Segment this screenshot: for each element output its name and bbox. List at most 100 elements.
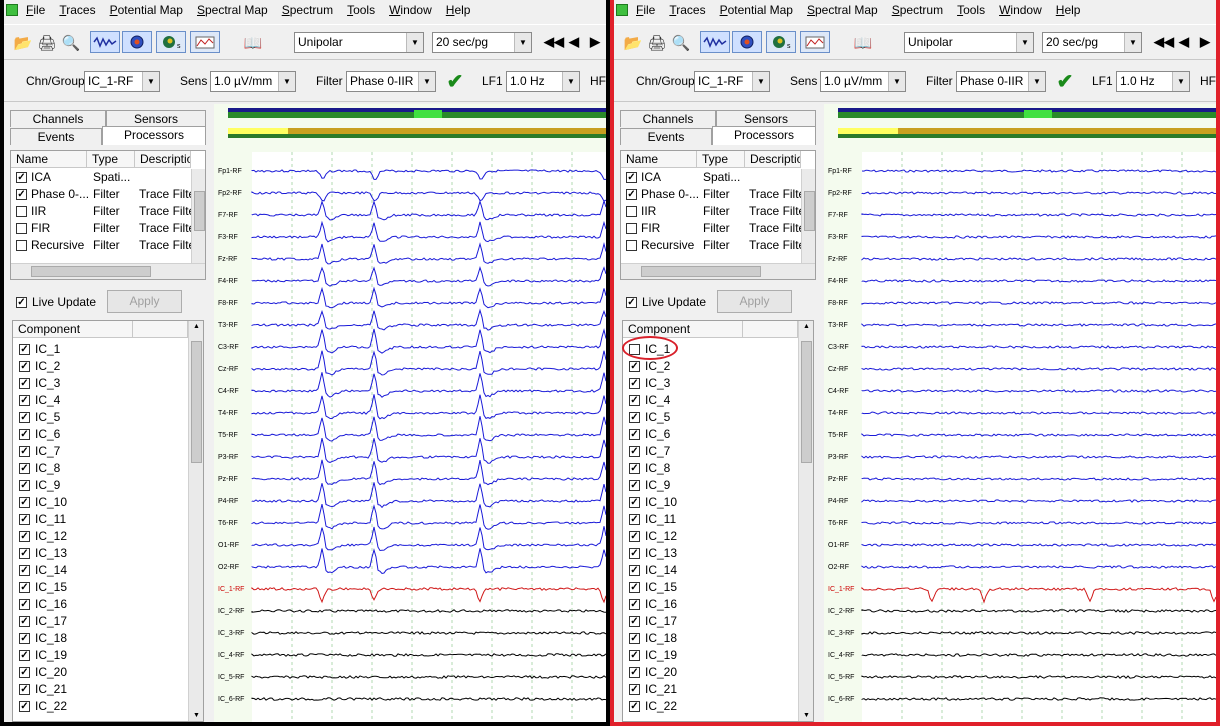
checkbox-checked[interactable]: ✓ [629,480,640,491]
menu-file[interactable]: File [26,3,45,17]
component-item[interactable]: ✓ IC_19 [623,647,793,664]
checkbox-checked[interactable]: ✓ [629,531,640,542]
list-item[interactable]: ✓ Phase 0-... Filter Trace Filte [11,186,195,203]
component-item[interactable]: ✓ IC_11 [13,511,183,528]
checkbox-checked[interactable]: ✓ [19,395,30,406]
spectral-map-icon[interactable]: s [156,31,186,53]
checkbox-checked[interactable]: ✓ [19,633,30,644]
forward-icon[interactable]: ▶ [1200,34,1210,50]
checkbox-checked[interactable]: ✓ [629,650,640,661]
checkbox-checked[interactable]: ✓ [19,361,30,372]
list-item[interactable]: ✓ ICA Spati... [11,169,191,186]
checkbox-checked[interactable]: ✓ [19,378,30,389]
components-scrollbar[interactable]: ▲ ▼ [798,321,813,721]
component-item[interactable]: ✓ IC_6 [623,426,793,443]
component-item[interactable]: ✓ IC_14 [13,562,183,579]
list-item[interactable]: ✓ ICA Spati... [621,169,801,186]
chn-group-select[interactable]: IC_1-RF ▼ [694,71,770,92]
component-item[interactable]: ✓ IC_16 [13,596,183,613]
head-map-icon[interactable] [732,31,762,53]
menu-help[interactable]: Help [1056,3,1081,17]
timebase-select[interactable]: 20 sec/pg ▼ [432,32,532,53]
montage-select[interactable]: Unipolar ▼ [904,32,1034,53]
component-item[interactable]: ✓ IC_3 [13,375,183,392]
list-item[interactable]: IIR Filter Trace Filte [11,203,195,220]
component-item[interactable]: ✓ IC_13 [623,545,793,562]
montage-select[interactable]: Unipolar ▼ [294,32,424,53]
list-item[interactable]: Recursive Filter Trace Filte [621,237,805,254]
processors-scrollbar[interactable] [191,169,205,263]
component-item[interactable]: ✓ IC_10 [623,494,793,511]
component-item[interactable]: ✓ IC_7 [13,443,183,460]
component-item[interactable]: ✓ IC_12 [623,528,793,545]
component-item[interactable]: ✓ IC_22 [623,698,793,715]
print-icon[interactable]: 🖨 [36,32,58,54]
spectrum-icon[interactable] [190,31,220,53]
component-item[interactable]: ✓ IC_16 [623,596,793,613]
menu-window[interactable]: Window [999,3,1042,17]
sens-select[interactable]: 1.0 µV/mm ▼ [820,71,906,92]
checkbox-checked[interactable]: ✓ [629,633,640,644]
component-item[interactable]: ✓ IC_19 [13,647,183,664]
component-item[interactable]: ✓ IC_9 [13,477,183,494]
checkbox-unchecked[interactable] [16,240,27,251]
component-item[interactable]: ✓ IC_12 [13,528,183,545]
head-map-icon[interactable] [122,31,152,53]
checkbox-checked[interactable]: ✓ [629,429,640,440]
chn-group-select[interactable]: IC_1-RF ▼ [84,71,160,92]
component-item[interactable]: ✓ IC_8 [623,460,793,477]
checkbox-checked[interactable]: ✓ [19,667,30,678]
component-item[interactable]: ✓ IC_18 [13,630,183,647]
components-scrollbar[interactable]: ▲ ▼ [188,321,203,721]
checkbox-checked[interactable]: ✓ [19,497,30,508]
checkbox-checked[interactable]: ✓ [19,531,30,542]
list-item[interactable]: FIR Filter Trace Filte [621,220,805,237]
component-item[interactable]: ✓ IC_15 [13,579,183,596]
menu-help[interactable]: Help [446,3,471,17]
checkbox-checked[interactable]: ✓ [19,684,30,695]
menu-spectrum[interactable]: Spectrum [892,3,943,17]
back-icon[interactable]: ◀ [569,34,579,50]
component-item[interactable]: ✓ IC_1 [13,341,183,358]
checkbox-checked[interactable]: ✓ [629,548,640,559]
tab-sensors[interactable]: Sensors [716,110,816,127]
checkbox-checked[interactable]: ✓ [19,429,30,440]
checkbox-checked[interactable]: ✓ [629,361,640,372]
component-item[interactable]: ✓ IC_11 [623,511,793,528]
component-item[interactable]: ✓ IC_4 [623,392,793,409]
print-preview-icon[interactable]: 🔍 [60,32,82,54]
checkbox-checked[interactable]: ✓ [19,548,30,559]
checkbox-checked[interactable]: ✓ [629,463,640,474]
column-header-component[interactable]: Component [623,321,743,338]
component-item[interactable]: ✓ IC_21 [623,681,793,698]
timeline-cursor[interactable] [414,110,442,118]
component-item[interactable]: ✓ IC_14 [623,562,793,579]
lf1-select[interactable]: 1.0 Hz ▼ [1116,71,1190,92]
timebase-select[interactable]: 20 sec/pg ▼ [1042,32,1142,53]
tab-sensors[interactable]: Sensors [106,110,206,127]
component-item[interactable]: ✓ IC_2 [13,358,183,375]
tab-channels[interactable]: Channels [10,110,106,127]
checkbox-checked[interactable]: ✓ [19,480,30,491]
checkbox-checked[interactable]: ✓ [626,189,637,200]
column-header-name[interactable]: Name [11,151,87,168]
tab-channels[interactable]: Channels [620,110,716,127]
checkbox-unchecked[interactable] [16,206,27,217]
lf1-select[interactable]: 1.0 Hz ▼ [506,71,580,92]
component-item[interactable]: ✓ IC_18 [623,630,793,647]
tab-events[interactable]: Events [10,128,102,145]
checkbox-checked[interactable]: ✓ [19,599,30,610]
column-header-component[interactable]: Component [13,321,133,338]
processors-hscrollbar[interactable] [11,263,205,279]
component-item[interactable]: ✓ IC_10 [13,494,183,511]
processors-hscrollbar[interactable] [621,263,815,279]
checkbox-checked[interactable]: ✓ [629,684,640,695]
component-item[interactable]: ✓ IC_2 [623,358,793,375]
spectrum-icon[interactable] [800,31,830,53]
checkbox-checked[interactable]: ✓ [629,616,640,627]
component-item[interactable]: ✓ IC_20 [13,664,183,681]
checkbox-checked[interactable]: ✓ [629,497,640,508]
tab-processors[interactable]: Processors [102,126,206,145]
checkbox-unchecked[interactable] [626,240,637,251]
component-item[interactable]: ✓ IC_17 [623,613,793,630]
